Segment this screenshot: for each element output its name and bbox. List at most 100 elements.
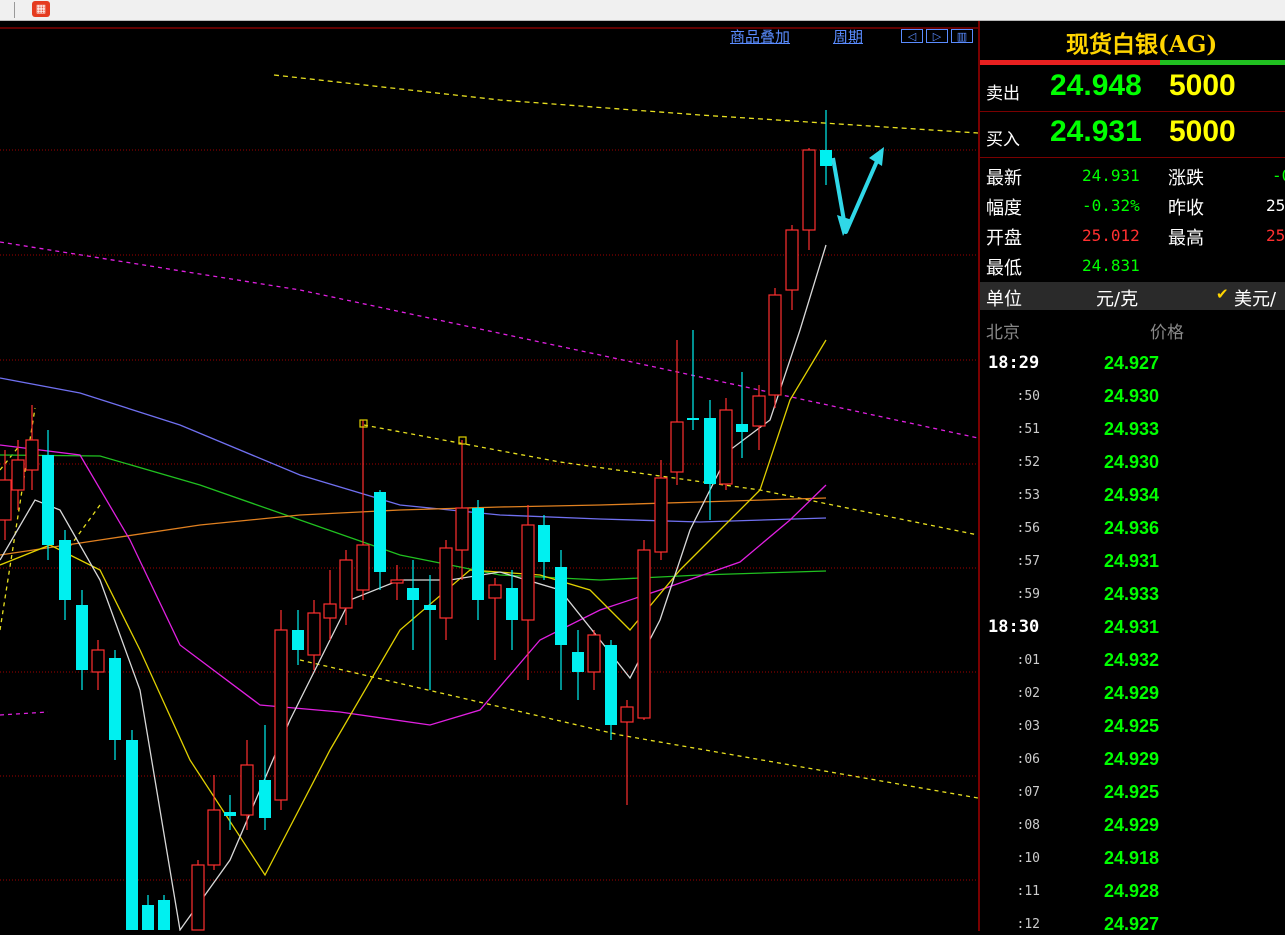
candle-body [407,588,419,600]
tick-price: 24.936 [1104,518,1160,538]
tick-price: 24.929 [1104,683,1160,703]
tick-time: :03 [1016,719,1040,734]
tick-time: :57 [1016,554,1040,569]
candle-body [59,540,71,600]
candle-body [768,294,782,396]
candle-body [802,149,816,231]
candle-body [142,905,154,930]
stat-amplitude-value: -0.32% [1082,196,1140,215]
ma-blue-line [0,377,827,523]
stat-latest-label: 最新 [986,168,1022,189]
chart-canvas[interactable] [0,21,979,932]
stat-amplitude-label: 幅度 [986,198,1022,219]
candle-body [207,809,221,866]
scroll-right-button[interactable]: ▷ [926,29,948,43]
tick-time: :01 [1016,653,1040,668]
candle-body [472,508,484,600]
stat-low-value: 24.831 [1082,256,1140,275]
stat-prev-close-value: 25 [1266,196,1285,215]
tick-price: 24.925 [1104,782,1160,802]
sell-volume: 5000 [1169,69,1236,102]
candle-body [785,229,799,291]
tick-time: :06 [1016,752,1040,767]
tick-time: :02 [1016,686,1040,701]
stat-low-label: 最低 [986,258,1022,279]
checkmark-icon[interactable]: ✔ [1216,285,1229,303]
candle-body [339,559,353,609]
ticks-time-header: 北京 [986,323,1020,343]
toolbar-separator [14,2,15,18]
tick-price: 24.931 [1104,617,1160,637]
title-bar-red [980,60,1160,65]
tick-time: 18:30 [988,617,1040,637]
candle-body [704,418,716,484]
app-icon[interactable]: ▦ [32,1,50,17]
quote-panel: 现货白银(AG) 卖出 24.948 5000 买入 24.931 5000 最… [978,21,1285,934]
title-bar-green [1160,60,1285,65]
tick-price: 24.929 [1104,749,1160,769]
unit-value[interactable]: 元/克 [1096,285,1138,311]
candle-body [538,525,550,562]
tick-price: 24.932 [1104,650,1160,670]
candle-body [687,418,699,420]
trendline-magenta [0,241,979,439]
candle-body [719,409,733,485]
stat-change-label: 涨跌 [1168,168,1204,189]
candle-body [736,424,748,432]
tick-price: 24.927 [1104,353,1160,373]
tick-price: 24.927 [1104,914,1160,934]
candle-body [158,900,170,930]
buy-label: 买入 [986,130,1020,150]
candle-body [224,812,236,816]
tick-price: 24.930 [1104,452,1160,472]
tick-time: :11 [1016,884,1040,899]
tick-time: :51 [1016,422,1040,437]
tick-time: :10 [1016,851,1040,866]
stat-latest-value: 24.931 [1082,166,1140,185]
candle-body [11,459,25,491]
stat-open-value: 25.012 [1082,226,1140,245]
tick-price: 24.918 [1104,848,1160,868]
tick-price: 24.930 [1104,386,1160,406]
sell-quote-row[interactable]: 卖出 24.948 5000 [980,67,1285,112]
candle-body [390,579,404,584]
tick-time: :07 [1016,785,1040,800]
candle-body [424,605,436,610]
stat-prev-close-label: 昨收 [1168,198,1204,219]
candlestick-chart[interactable] [0,21,979,932]
trendline-magenta-stub [0,711,49,716]
candle-body [323,603,337,619]
candle-body [292,630,304,650]
candle-body [76,605,88,670]
overlay-commodity-link[interactable]: 商品叠加 [730,26,790,46]
ticks-price-header: 价格 [1150,323,1184,343]
tick-time: :59 [1016,587,1040,602]
layout-toggle-button[interactable]: ▥ [951,29,973,43]
tick-price: 24.931 [1104,551,1160,571]
tick-time: :53 [1016,488,1040,503]
trendline-upper [273,74,979,134]
candle-body [307,612,321,656]
period-link[interactable]: 周期 [833,26,863,46]
candle-body [555,567,567,645]
buy-volume: 5000 [1169,115,1236,148]
buy-quote-row[interactable]: 买入 24.931 5000 [980,113,1285,158]
scroll-left-button[interactable]: ◁ [901,29,923,43]
candle-body [109,658,121,740]
candle-body [587,634,601,673]
tick-price: 24.929 [1104,815,1160,835]
candle-body [455,507,469,551]
tick-price: 24.933 [1104,584,1160,604]
tick-price: 24.934 [1104,485,1160,505]
candle-body [752,395,766,427]
tick-time: :12 [1016,917,1040,932]
candle-body [605,645,617,725]
candle-body [439,547,453,619]
buy-price: 24.931 [1050,115,1142,148]
unit-alt-option[interactable]: 美元/ [1234,285,1276,311]
candle-body [126,740,138,930]
candle-body [620,706,634,723]
tick-time: :50 [1016,389,1040,404]
tick-time: :56 [1016,521,1040,536]
candle-body [521,524,535,621]
